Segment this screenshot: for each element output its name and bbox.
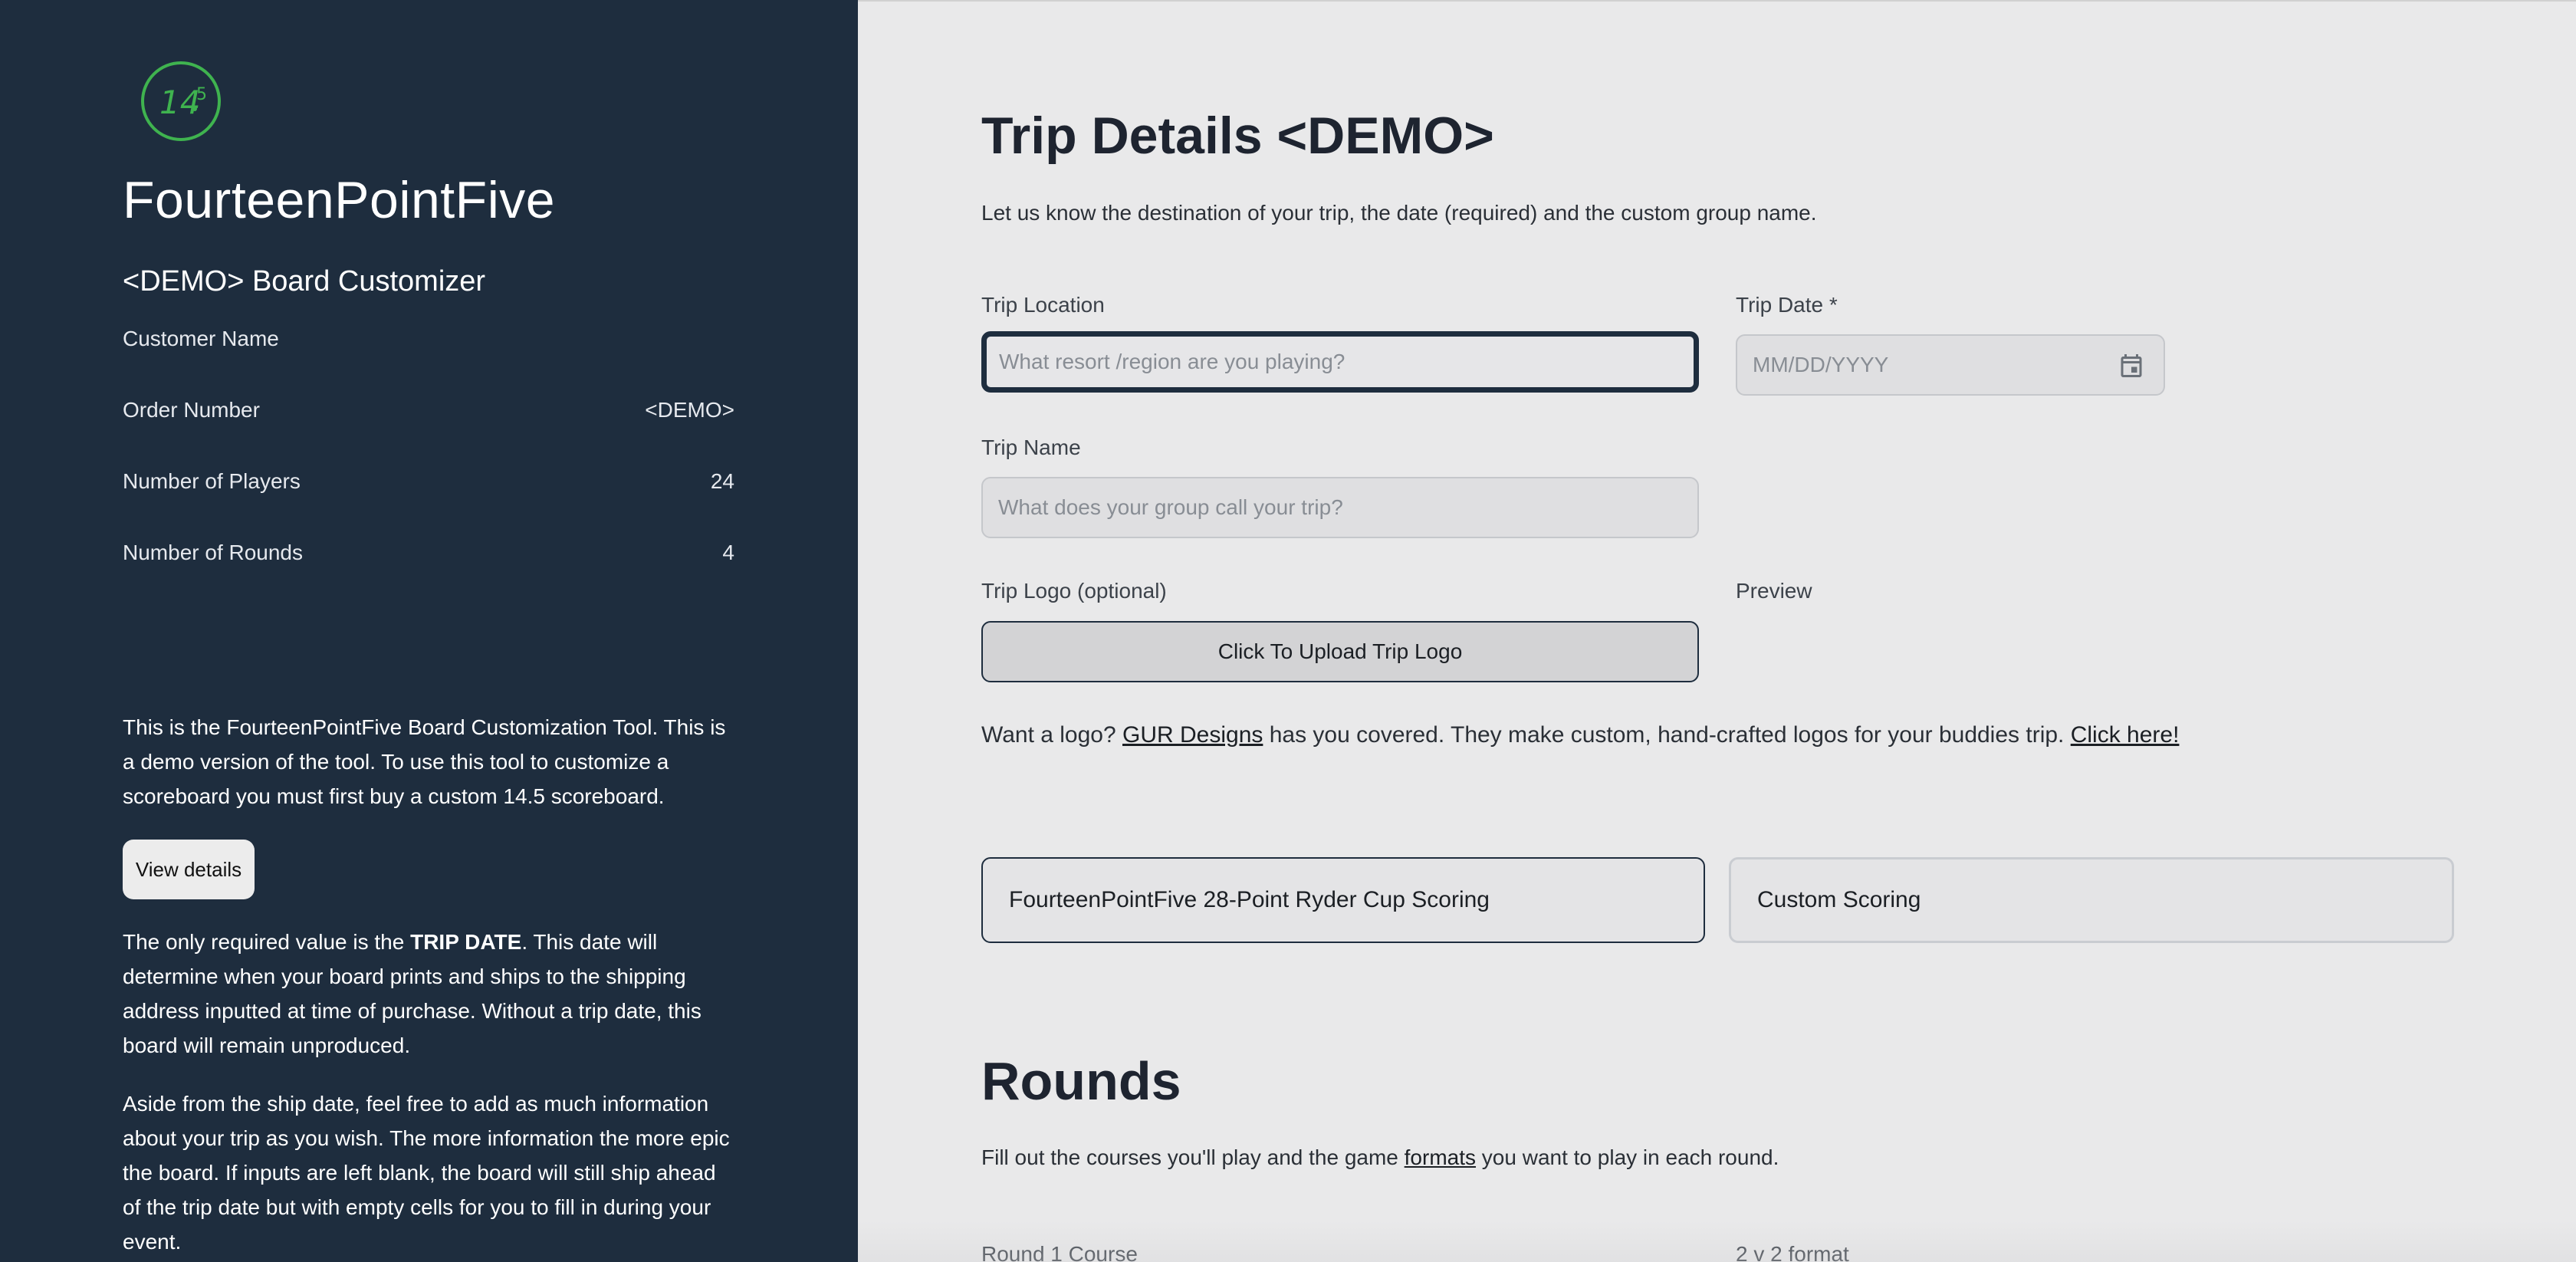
rounds-title: Rounds: [981, 1051, 1181, 1111]
row-label: Customer Name: [123, 327, 279, 350]
trip-location-input[interactable]: What resort /region are you playing?: [981, 331, 1699, 393]
trip-name-placeholder: What does your group call your trip?: [998, 495, 1343, 519]
promo-text: has you covered. They make custom, hand-…: [1263, 722, 2071, 748]
round-1-course-label: Round 1 Course: [981, 1242, 1138, 1262]
board-customizer-subtitle: <DEMO> Board Customizer: [123, 265, 486, 297]
tool-description: This is the FourteenPointFive Board Cust…: [123, 715, 726, 808]
promo-text: Want a logo?: [981, 722, 1122, 748]
row-value: 4: [722, 541, 734, 564]
trip-date-label: Trip Date *: [1736, 293, 1838, 317]
customer-name-row: Customer Name: [123, 327, 734, 351]
upload-trip-logo-button[interactable]: Click To Upload Trip Logo: [981, 621, 1699, 682]
rounds-lead-text: Fill out the courses you'll play and the…: [981, 1145, 1405, 1169]
round-1-format-label: 2 v 2 format: [1736, 1242, 1849, 1262]
trip-date-input[interactable]: MM/DD/YYYY: [1736, 334, 2165, 396]
trip-location-label: Trip Location: [981, 293, 1105, 317]
svg-text:5: 5: [196, 85, 207, 104]
logo-promo: Want a logo? GUR Designs has you covered…: [981, 722, 2179, 748]
extra-info-note: Aside from the ship date, feel free to a…: [123, 1092, 730, 1254]
gur-designs-link[interactable]: GUR Designs: [1122, 722, 1263, 748]
note-bold: TRIP DATE: [410, 930, 522, 954]
trip-details-lead: Let us know the destination of your trip…: [981, 201, 1817, 225]
page: 14 5 FourteenPointFive <DEMO> Board Cust…: [0, 0, 2576, 1262]
custom-scoring-option[interactable]: Custom Scoring: [1729, 857, 2454, 943]
trip-date-placeholder: MM/DD/YYYY: [1753, 353, 1889, 376]
row-value: <DEMO>: [645, 398, 734, 422]
trip-logo-label: Trip Logo (optional): [981, 579, 1167, 603]
row-label: Order Number: [123, 398, 260, 422]
click-here-link[interactable]: Click here!: [2071, 722, 2180, 748]
trip-name-input[interactable]: What does your group call your trip?: [981, 477, 1699, 538]
row-label: Number of Rounds: [123, 541, 304, 564]
rounds-lead: Fill out the courses you'll play and the…: [981, 1145, 1779, 1170]
number-of-players-row: Number of Players 24: [123, 469, 734, 494]
number-of-rounds-row: Number of Rounds 4: [123, 541, 734, 565]
row-value: 24: [710, 469, 734, 493]
order-number-row: Order Number <DEMO>: [123, 398, 734, 422]
sidebar: 14 5 FourteenPointFive <DEMO> Board Cust…: [0, 0, 858, 1262]
main-content: Trip Details <DEMO> Let us know the dest…: [858, 0, 2576, 1262]
formats-link[interactable]: formats: [1405, 1145, 1476, 1169]
calendar-icon[interactable]: [2118, 351, 2145, 380]
brand-name: FourteenPointFive: [123, 171, 556, 229]
brand-logo-icon: 14 5: [141, 61, 221, 141]
svg-text:14: 14: [159, 84, 200, 121]
trip-location-placeholder: What resort /region are you playing?: [999, 350, 1346, 373]
row-label: Number of Players: [123, 469, 301, 493]
trip-date-note: The only required value is the TRIP DATE…: [123, 925, 736, 1063]
trip-name-label: Trip Name: [981, 435, 1081, 459]
page-title: Trip Details <DEMO>: [981, 107, 1494, 165]
view-details-button[interactable]: View details: [123, 840, 255, 899]
rounds-lead-text: you want to play in each round.: [1476, 1145, 1779, 1169]
ryder-cup-scoring-option[interactable]: FourteenPointFive 28-Point Ryder Cup Sco…: [981, 857, 1705, 943]
note-text: The only required value is the: [123, 930, 411, 954]
preview-label: Preview: [1736, 579, 1812, 603]
